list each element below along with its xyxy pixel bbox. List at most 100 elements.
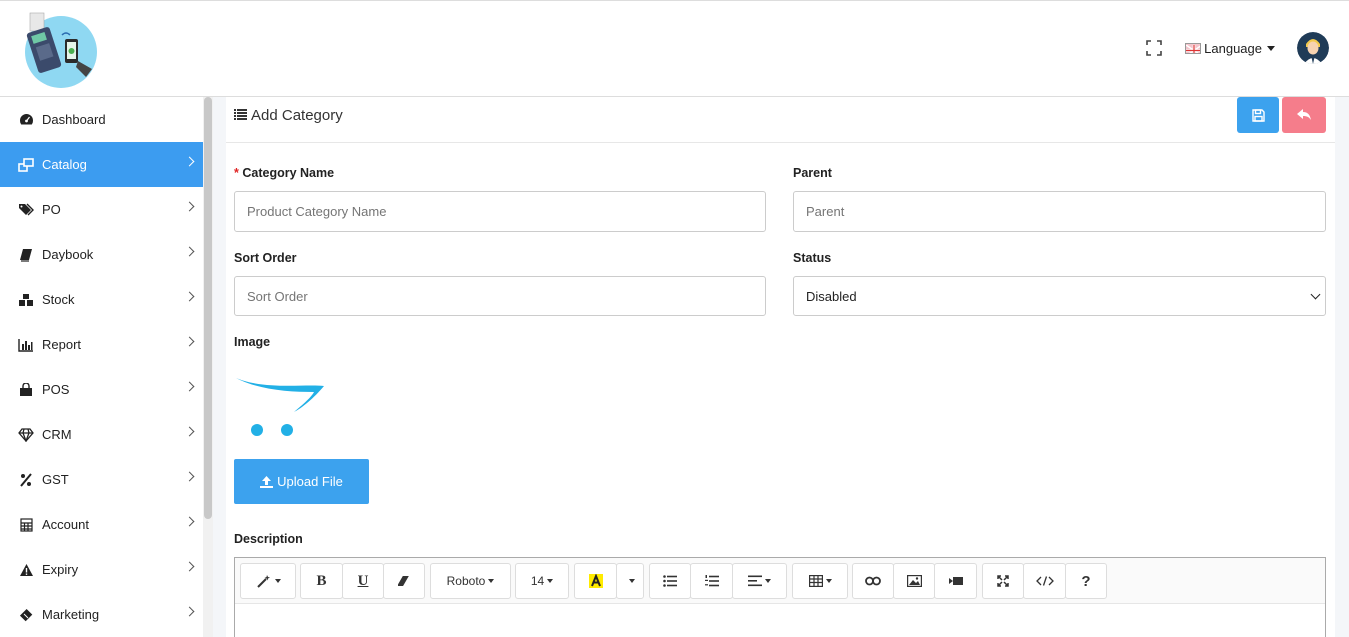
- language-label: Language: [1204, 40, 1262, 56]
- clear-format-button[interactable]: [383, 563, 425, 599]
- chevron-down-icon: [1267, 45, 1275, 51]
- sidebar-item-daybook[interactable]: Daybook: [0, 232, 203, 277]
- category-name-label-text: Category Name: [242, 166, 335, 180]
- fullscreen-editor-button[interactable]: [982, 563, 1024, 599]
- sidebar-item-gst[interactable]: GST: [0, 457, 203, 502]
- chevron-down-icon: [765, 579, 771, 583]
- paragraph-align-dropdown[interactable]: [732, 563, 787, 599]
- status-select[interactable]: Disabled: [793, 276, 1326, 316]
- sidebar-item-label: Catalog: [42, 157, 87, 172]
- upload-file-button[interactable]: Upload File: [234, 459, 369, 504]
- sidebar-item-label: Report: [42, 337, 82, 352]
- sidebar-item-pos[interactable]: POS: [0, 367, 203, 412]
- list-icon: [234, 107, 247, 124]
- chevron-right-icon: [184, 381, 195, 392]
- language-dropdown[interactable]: Language: [1185, 41, 1275, 56]
- sidebar-scrollbar-thumb[interactable]: [204, 97, 212, 519]
- description-label: Description: [234, 532, 303, 546]
- calculator-icon: [18, 517, 34, 533]
- font-size-dropdown[interactable]: 14: [515, 563, 569, 599]
- back-button[interactable]: [1282, 97, 1326, 133]
- parent-label: Parent: [793, 166, 832, 180]
- sort-order-label: Sort Order: [234, 251, 297, 265]
- expand-icon: [997, 575, 1009, 587]
- underline-icon: U: [357, 572, 369, 589]
- card-header: Add Category: [226, 97, 1335, 143]
- style-button[interactable]: [240, 563, 296, 599]
- numbered-list-icon: [704, 575, 719, 587]
- app-logo[interactable]: [22, 11, 100, 89]
- sidebar-item-label: Daybook: [42, 247, 94, 262]
- sidebar-scrollbar[interactable]: [203, 97, 213, 637]
- chevron-down-icon: [628, 579, 635, 583]
- sidebar-item-report[interactable]: Report: [0, 322, 203, 367]
- header-actions: Language: [1145, 31, 1329, 65]
- chevron-down-icon: [274, 579, 281, 583]
- underline-button[interactable]: U: [342, 563, 384, 599]
- sidebar-item-label: Dashboard: [42, 112, 106, 127]
- sidebar-item-crm[interactable]: CRM: [0, 412, 203, 457]
- top-header: Language: [0, 0, 1349, 97]
- sidebar-item-label: Account: [42, 517, 89, 532]
- code-icon: [1035, 576, 1054, 586]
- help-button[interactable]: ?: [1065, 563, 1107, 599]
- fullscreen-icon[interactable]: [1145, 39, 1163, 57]
- chevron-right-icon: [184, 516, 195, 527]
- sidebar-item-catalog[interactable]: Catalog: [0, 142, 203, 187]
- sidebar-item-label: Marketing: [42, 607, 100, 622]
- description-editor[interactable]: B U Roboto 14 ?: [234, 557, 1326, 637]
- sidebar-item-account[interactable]: Account: [0, 502, 203, 547]
- bullet-list-icon: [663, 575, 677, 587]
- sort-order-input[interactable]: [234, 276, 766, 316]
- user-avatar[interactable]: [1297, 32, 1329, 64]
- sidebar-item-label: CRM: [42, 427, 72, 442]
- sidebar-item-marketing[interactable]: Marketing: [0, 592, 203, 637]
- code-view-button[interactable]: [1023, 563, 1066, 599]
- help-icon: ?: [1081, 572, 1091, 590]
- chevron-right-icon: [184, 471, 195, 482]
- table-dropdown[interactable]: [792, 563, 848, 599]
- book-icon: [18, 247, 34, 263]
- eraser-icon: [398, 576, 409, 586]
- chevron-right-icon: [184, 336, 195, 347]
- font-color-icon: [588, 574, 603, 588]
- save-icon: [1251, 108, 1265, 122]
- page-title-text: Add Category: [251, 107, 343, 124]
- link-icon: [865, 576, 881, 586]
- warning-icon: [18, 562, 34, 578]
- picture-button[interactable]: [893, 563, 935, 599]
- bold-button[interactable]: B: [300, 563, 343, 599]
- diamond-icon: [18, 427, 34, 443]
- parent-input[interactable]: [793, 191, 1326, 232]
- catalog-icon: [18, 157, 34, 173]
- sidebar-item-po[interactable]: PO: [0, 187, 203, 232]
- image-icon: [906, 575, 922, 587]
- chevron-down-icon: [1310, 289, 1321, 300]
- category-name-input[interactable]: [234, 191, 766, 232]
- video-button[interactable]: [934, 563, 977, 599]
- text-color-dropdown[interactable]: [616, 563, 644, 599]
- align-left-icon: [748, 575, 762, 587]
- sidebar-item-dashboard[interactable]: Dashboard: [0, 97, 203, 142]
- upload-icon: [260, 475, 274, 488]
- main-content: Add Category * Category Name Parent Sort…: [226, 97, 1335, 637]
- category-image-preview: [234, 372, 326, 438]
- font-size-value: 14: [530, 574, 545, 588]
- dashboard-icon: [18, 112, 34, 128]
- bar-chart-icon: [18, 337, 34, 353]
- unordered-list-button[interactable]: [649, 563, 691, 599]
- category-name-label: * Category Name: [234, 166, 334, 180]
- link-button[interactable]: [852, 563, 894, 599]
- chevron-right-icon: [184, 246, 195, 257]
- chevron-down-icon: [488, 579, 495, 583]
- ordered-list-button[interactable]: [690, 563, 733, 599]
- cubes-icon: [18, 292, 34, 308]
- save-button[interactable]: [1237, 97, 1279, 133]
- page-title: Add Category: [234, 107, 343, 124]
- text-color-button[interactable]: [574, 563, 617, 599]
- flag-icon: [1185, 42, 1202, 54]
- sidebar-item-stock[interactable]: Stock: [0, 277, 203, 322]
- sidebar-item-expiry[interactable]: Expiry: [0, 547, 203, 592]
- font-family-dropdown[interactable]: Roboto: [430, 563, 511, 599]
- status-selected-value: Disabled: [806, 288, 857, 304]
